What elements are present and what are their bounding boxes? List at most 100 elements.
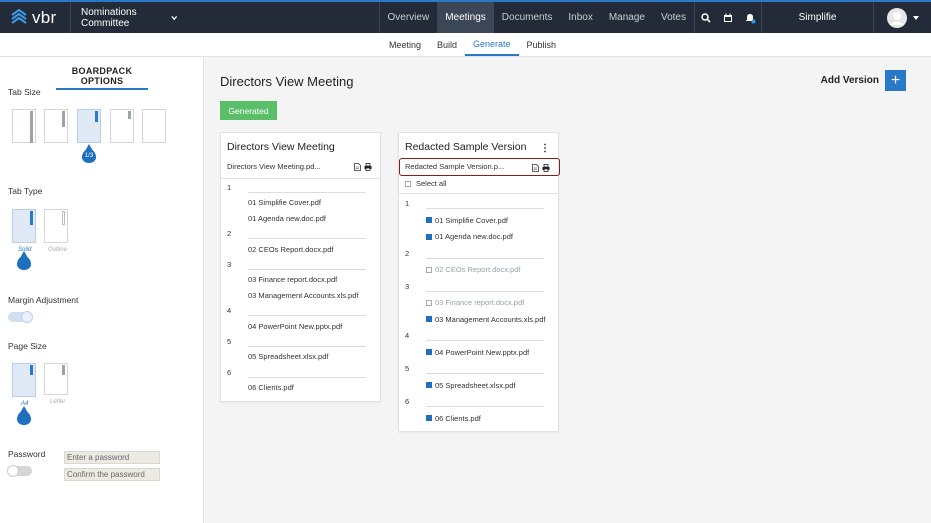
document-item[interactable]: 05 Spreadsheet.xlsx.pdf [248, 352, 328, 361]
document-checkbox[interactable] [426, 217, 432, 223]
card-file-name[interactable]: Directors View Meeting.pd... [227, 162, 321, 171]
document-checkbox[interactable] [426, 415, 432, 421]
nav-votes[interactable]: Votes [653, 2, 694, 33]
add-version-button[interactable]: + [885, 70, 906, 91]
confirm-password-input[interactable] [64, 468, 160, 481]
section-divider [426, 340, 544, 341]
document-item[interactable]: 04 PowerPoint New.pptx.pdf [426, 348, 529, 357]
version-card-redacted: Redacted Sample Version ⋮ Redacted Sampl… [398, 132, 560, 432]
document-item[interactable]: 01 Simplifie Cover.pdf [426, 216, 508, 225]
nav-documents[interactable]: Documents [494, 2, 561, 33]
document-item[interactable]: 06 Clients.pdf [426, 414, 481, 423]
section-divider [248, 315, 366, 317]
document-icon[interactable] [532, 164, 539, 172]
tab-meeting[interactable]: Meeting [381, 33, 429, 56]
margin-adjustment-toggle[interactable] [8, 311, 33, 323]
document-item[interactable]: 03 Management Accounts.xls.pdf [248, 291, 358, 300]
document-item[interactable]: 01 Agenda new.doc.pdf [426, 232, 513, 241]
document-checkbox[interactable] [426, 382, 432, 388]
page-size-indicator [17, 406, 31, 425]
nav-overview[interactable]: Overview [380, 2, 438, 33]
print-icon[interactable] [542, 164, 550, 172]
logo-text: vbr [32, 7, 57, 27]
document-icon[interactable] [354, 163, 361, 171]
document-name: 03 Management Accounts.xls.pdf [435, 314, 546, 324]
document-name: 01 Simplifie Cover.pdf [435, 215, 508, 225]
document-item[interactable]: 05 Spreadsheet.xlsx.pdf [426, 381, 515, 390]
toolbar-icons [694, 2, 761, 33]
tab-publish[interactable]: Publish [519, 33, 565, 56]
document-item[interactable]: 04 PowerPoint New.pptx.pdf [248, 322, 342, 331]
document-name: 02 CEOs Report.docx.pdf [435, 265, 521, 274]
section-divider [426, 208, 544, 209]
section-divider [426, 257, 544, 259]
section-divider [248, 238, 366, 240]
top-bar: vbr Nominations Committee Overview Meeti… [0, 0, 931, 33]
tab-size-option-1[interactable] [12, 109, 36, 143]
document-checkbox[interactable] [426, 349, 432, 355]
section-number: 1 [405, 199, 410, 208]
document-item[interactable]: 06 Clients.pdf [248, 383, 294, 392]
tab-type-label: Tab Type [8, 186, 43, 196]
page-size-letter-label: Letter [50, 399, 66, 405]
add-version: Add Version + [821, 70, 906, 91]
user-name[interactable]: Simplifie [761, 2, 873, 33]
document-item[interactable]: 03 Management Accounts.xls.pdf [426, 315, 545, 324]
document-checkbox[interactable] [426, 316, 432, 322]
tab-generate[interactable]: Generate [464, 33, 519, 56]
document-item[interactable]: 03 Finance report.docx.pdf [248, 275, 337, 284]
committee-selector[interactable]: Nominations Committee [71, 7, 187, 29]
document-item[interactable]: 01 Simplifie Cover.pdf [248, 198, 321, 207]
sub-nav: Meeting Build Generate Publish [0, 33, 931, 57]
card-file-name[interactable]: Redacted Sample Version.p... [405, 162, 504, 171]
document-name: 03 Management Accounts.xls.pdf [248, 290, 359, 300]
section-number: 6 [227, 367, 232, 377]
version-card-directors: Directors View Meeting Directors View Me… [220, 132, 381, 402]
document-item[interactable]: 03 Finance report.docx.pdf [426, 298, 524, 307]
tab-size-option-2[interactable] [44, 109, 68, 143]
section-number: 2 [227, 229, 232, 239]
tab-size-indicator: 1/3 [82, 144, 96, 163]
nav-meetings[interactable]: Meetings [437, 2, 494, 33]
page-size-a4[interactable] [12, 363, 36, 397]
document-checkbox[interactable] [426, 266, 432, 273]
page-size-letter[interactable] [44, 363, 68, 395]
tab-type-solid[interactable] [12, 209, 36, 243]
document-checkbox[interactable] [426, 233, 432, 240]
password-label: Password [8, 449, 46, 459]
document-item[interactable]: 02 CEOs Report.docx.pdf [426, 265, 520, 274]
select-all[interactable]: Select all [405, 179, 446, 188]
tab-type-outline-label: Outline [48, 247, 68, 253]
plus-icon: + [890, 71, 901, 89]
section-divider [248, 192, 366, 193]
document-name: 01 Agenda new.doc.pdf [248, 213, 326, 223]
chevron-down-icon [170, 15, 177, 20]
tab-size-option-5[interactable] [142, 109, 166, 143]
print-icon[interactable] [364, 163, 372, 171]
tab-build[interactable]: Build [429, 33, 465, 56]
tab-type-outline[interactable] [44, 209, 68, 243]
document-name: 06 Clients.pdf [248, 383, 294, 393]
calendar-icon[interactable] [717, 2, 739, 33]
section-number: 3 [405, 281, 410, 291]
document-item[interactable]: 01 Agenda new.doc.pdf [248, 214, 326, 223]
tab-size-option-4[interactable] [110, 109, 134, 143]
section-number: 6 [405, 397, 410, 406]
page-title: Directors View Meeting [220, 74, 354, 89]
tab-size-option-3[interactable] [77, 109, 101, 143]
password-toggle[interactable] [7, 465, 32, 477]
document-checkbox[interactable] [426, 299, 432, 306]
avatar-menu[interactable] [873, 2, 931, 33]
document-item[interactable]: 02 CEOs Report.docx.pdf [248, 245, 333, 254]
tab-size-label: Tab Size [8, 87, 41, 97]
generated-status-button[interactable]: Generated [220, 101, 277, 120]
nav-manage[interactable]: Manage [601, 2, 653, 33]
search-icon[interactable] [695, 2, 717, 33]
logo[interactable]: vbr [10, 8, 70, 28]
section-divider [426, 290, 544, 292]
password-input[interactable] [64, 451, 160, 464]
select-all-checkbox[interactable] [405, 180, 411, 187]
nav-inbox[interactable]: Inbox [560, 2, 600, 33]
bell-icon[interactable] [739, 2, 761, 33]
more-options-icon[interactable]: ⋮ [540, 143, 550, 154]
